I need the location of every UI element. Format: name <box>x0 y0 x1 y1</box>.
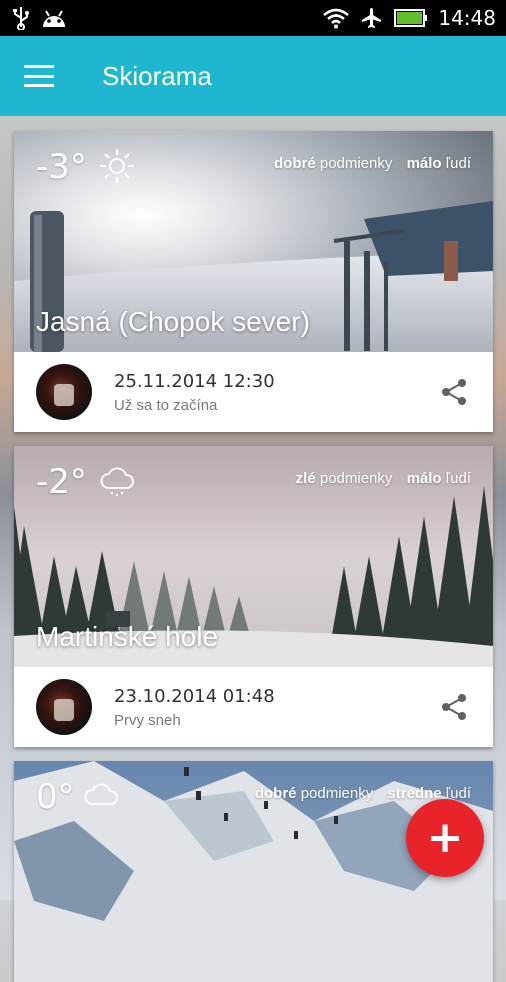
card-photo[interactable]: 0° dobré podmienky stredne ľudí <box>14 761 493 982</box>
conditions: dobré podmienky málo ľudí <box>274 155 471 172</box>
crowd-label: ľudí <box>445 470 471 487</box>
avatar[interactable] <box>36 364 92 420</box>
condition-quality: zlé <box>295 470 316 487</box>
airplane-icon <box>362 8 382 28</box>
place-name: Jasná (Chopok sever) <box>36 306 310 337</box>
temperature: -2° <box>36 462 87 502</box>
condition-label: podmienky <box>319 155 393 172</box>
post-caption: Prvy sneh <box>114 711 181 729</box>
android-icon <box>43 10 65 27</box>
post-caption: Už sa to začína <box>114 396 218 414</box>
crowd-level: stredne <box>387 785 442 802</box>
snow-cloud-icon <box>100 467 134 497</box>
card-footer: 25.11.2014 12:30 Už sa to začína <box>14 352 493 432</box>
condition-quality: dobré <box>274 155 316 172</box>
status-time: 14:48 <box>438 6 496 30</box>
avatar[interactable] <box>36 679 92 735</box>
crowd-level: málo <box>406 470 442 487</box>
condition-label: podmienky <box>300 785 374 802</box>
temperature: -3° <box>36 147 87 187</box>
card-photo[interactable]: -3° dobré podmienky málo ľudí Jasná (Cho… <box>14 131 493 352</box>
temperature: 0° <box>36 777 75 817</box>
app-bar: Skiorama <box>0 36 506 116</box>
condition-quality: dobré <box>254 785 297 802</box>
add-report-button[interactable]: + <box>406 799 484 877</box>
report-card[interactable]: -3° dobré podmienky málo ľudí Jasná (Cho… <box>14 131 493 432</box>
status-bar: 14:48 <box>0 0 506 36</box>
place-name: Martinské hole <box>36 621 219 652</box>
usb-icon <box>13 7 29 30</box>
app-title: Skiorama <box>102 60 212 91</box>
battery-icon <box>394 9 428 27</box>
crowd-label: ľudí <box>445 155 471 172</box>
report-card[interactable]: 0° dobré podmienky stredne ľudí <box>14 761 493 982</box>
card-photo[interactable]: -2° zlé podmienky málo ľudí Martinské ho… <box>14 446 493 667</box>
share-icon[interactable] <box>439 377 469 407</box>
sun-icon <box>100 149 134 183</box>
post-date: 23.10.2014 01:48 <box>114 685 275 707</box>
card-footer: 23.10.2014 01:48 Prvy sneh <box>14 667 493 747</box>
cloud-icon <box>84 783 118 805</box>
post-date: 25.11.2014 12:30 <box>114 370 275 392</box>
share-icon[interactable] <box>439 692 469 722</box>
crowd-level: málo <box>406 155 442 172</box>
wifi-icon <box>323 8 350 29</box>
menu-icon[interactable] <box>24 65 54 87</box>
report-card[interactable]: -2° zlé podmienky málo ľudí Martinské ho… <box>14 446 493 747</box>
conditions: zlé podmienky málo ľudí <box>296 470 471 487</box>
condition-label: podmienky <box>319 470 393 487</box>
